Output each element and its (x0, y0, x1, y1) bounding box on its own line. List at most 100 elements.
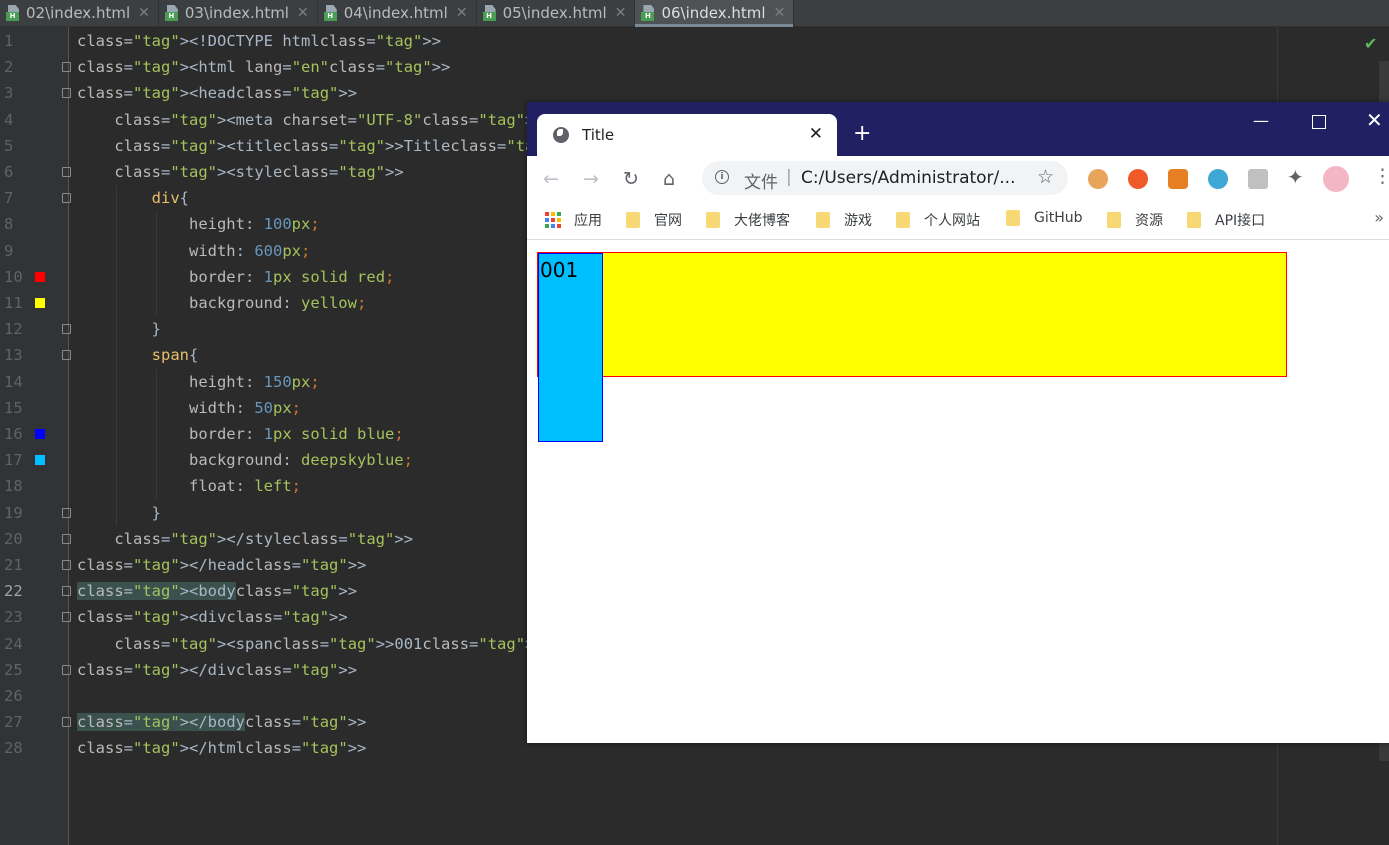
editor-tab[interactable]: H 06\index.html ✕ (635, 0, 795, 27)
browser-tab[interactable]: Title ✕ (537, 114, 837, 156)
code-line: height: 100px; (188, 215, 320, 234)
bookmark-label: 官网 (654, 213, 682, 229)
line-number: 21 (4, 556, 23, 574)
close-window-button[interactable]: ✕ (1366, 108, 1383, 132)
fold-marker-icon[interactable] (62, 193, 71, 204)
line-number: 3 (4, 84, 14, 103)
new-tab-button[interactable]: + (853, 121, 871, 146)
close-icon[interactable]: ✕ (615, 5, 627, 21)
close-icon[interactable]: ✕ (456, 5, 468, 21)
code-line: width: 600px; (188, 241, 311, 260)
code-line: class="tag"><headclass="tag">> (77, 84, 358, 103)
bookmark-folder[interactable]: 官网 (626, 210, 682, 230)
line-number: 26 (4, 687, 23, 705)
code-line: background: deepskyblue; (188, 451, 413, 470)
close-icon[interactable]: ✕ (138, 5, 150, 21)
bookmark-folder[interactable]: 个人网站 (896, 210, 980, 230)
html-file-icon: H (6, 5, 21, 21)
line-number: 9 (4, 241, 14, 260)
chrome-browser-window: Title ✕ + — ✕ ← → ↻ ⌂ i 文件 | C:/Users/Ad… (527, 102, 1389, 743)
bookmark-label: GitHub (1034, 210, 1083, 226)
bookmarks-more-icon[interactable]: » (1374, 208, 1384, 227)
line-number: 13 (4, 346, 23, 365)
avatar[interactable] (1323, 166, 1349, 192)
folder-icon (1107, 212, 1121, 228)
fold-marker-icon[interactable] (62, 664, 71, 675)
fold-marker-icon[interactable] (62, 507, 71, 518)
yellow-div-box (537, 252, 1287, 377)
bookmark-folder[interactable]: 资源 (1107, 210, 1163, 230)
editor-tab[interactable]: H 04\index.html ✕ (318, 0, 477, 26)
line-number: 28 (4, 739, 23, 758)
editor-tab[interactable]: H 05\index.html ✕ (477, 0, 636, 26)
fold-marker-icon[interactable] (62, 586, 71, 597)
extension-shield-icon[interactable] (1208, 169, 1228, 189)
html-file-icon: H (482, 5, 498, 21)
line-number: 17 (4, 451, 23, 470)
fold-marker-icon[interactable] (62, 612, 71, 623)
deepskyblue-span-box: 001 (538, 253, 603, 442)
close-icon[interactable]: ✕ (297, 5, 309, 21)
globe-icon (553, 127, 569, 143)
fold-marker-icon[interactable] (62, 350, 71, 361)
color-swatch-icon[interactable] (35, 271, 45, 282)
color-swatch-icon[interactable] (35, 455, 45, 466)
editor-tab[interactable]: H 03\index.html ✕ (159, 0, 318, 26)
line-number: 7 (4, 189, 14, 208)
reload-icon[interactable]: ↻ (623, 168, 639, 190)
menu-dots-icon[interactable]: ⋮ (1373, 165, 1389, 187)
html-file-icon: H (164, 5, 180, 21)
line-number: 11 (4, 294, 23, 312)
bookmark-folder[interactable]: 大佬博客 (706, 210, 790, 230)
close-icon[interactable]: ✕ (774, 5, 786, 21)
back-icon[interactable]: ← (543, 168, 559, 190)
close-tab-icon[interactable]: ✕ (809, 124, 823, 144)
browser-tab-title: Title (582, 126, 615, 144)
info-icon[interactable]: i (715, 170, 729, 184)
html-file-icon: H (641, 5, 656, 21)
bookmark-folder[interactable]: GitHub (1006, 210, 1083, 226)
forward-icon[interactable]: → (583, 168, 599, 190)
fold-marker-icon[interactable] (62, 533, 71, 544)
extension-infinity-icon[interactable] (1128, 169, 1148, 189)
color-swatch-icon[interactable] (35, 298, 45, 308)
fold-marker-icon[interactable] (62, 560, 71, 570)
address-bar[interactable]: i 文件 | C:/Users/Administrator/... ☆ (702, 161, 1068, 195)
code-line: span{ (151, 346, 199, 365)
indent-guide (116, 185, 117, 526)
line-number: 12 (4, 320, 23, 339)
line-number: 10 (4, 267, 23, 286)
editor-tab[interactable]: H 02\index.html ✕ (0, 0, 159, 26)
address-scheme: 文件 (744, 173, 778, 193)
extensions-puzzle-icon[interactable]: ✦ (1287, 165, 1304, 189)
fold-marker-icon[interactable] (62, 717, 71, 728)
fold-marker-icon[interactable] (62, 62, 71, 73)
folder-icon (626, 212, 640, 228)
bookmark-folder[interactable]: API接口 (1187, 210, 1265, 230)
bookmark-label: 资源 (1135, 213, 1163, 229)
code-line: float: left; (188, 477, 301, 496)
line-number: 23 (4, 608, 23, 627)
home-icon[interactable]: ⌂ (663, 168, 675, 190)
address-divider: | (786, 167, 792, 187)
bookmark-star-icon[interactable]: ☆ (1037, 166, 1054, 188)
extension-badge-icon[interactable] (1248, 169, 1268, 189)
bookmark-label: 个人网站 (924, 213, 980, 229)
code-line: class="tag"></styleclass="tag">> (114, 529, 414, 548)
extension-quill-icon[interactable] (1168, 169, 1188, 189)
bookmark-apps[interactable]: 应用 (545, 210, 602, 230)
line-number: 2 (4, 58, 14, 77)
line-number: 14 (4, 372, 23, 391)
bookmark-folder[interactable]: 游戏 (816, 210, 872, 230)
color-swatch-icon[interactable] (35, 429, 45, 439)
code-line: class="tag"><html lang="en"class="tag">> (77, 58, 451, 77)
fold-marker-icon[interactable] (62, 88, 71, 99)
fold-marker-icon[interactable] (62, 324, 71, 335)
inspection-ok-icon[interactable]: ✔ (1364, 34, 1377, 53)
editor-tab-bar: H 02\index.html ✕ H 03\index.html ✕ H 04\index.… (0, 0, 1389, 27)
fold-marker-icon[interactable] (62, 167, 71, 177)
folder-icon (706, 212, 720, 228)
maximize-button[interactable] (1312, 115, 1326, 129)
minimize-button[interactable]: — (1253, 111, 1269, 130)
extension-monkey-icon[interactable] (1088, 169, 1108, 189)
